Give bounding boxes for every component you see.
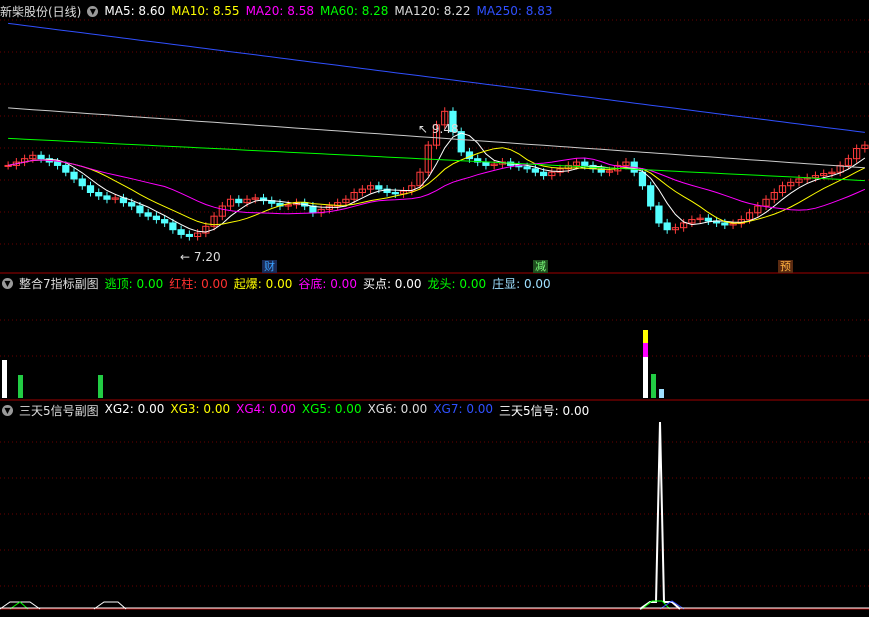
candle-body [457, 131, 465, 153]
event-badge-finance[interactable]: 财 [262, 260, 277, 273]
candle-body [161, 219, 169, 224]
ma-labels: MA5: 8.60 MA10: 8.55 MA20: 8.58 MA60: 8.28 M… [104, 4, 558, 18]
candle-body [103, 195, 111, 200]
sub2-label-2: XG4: 0.00 [236, 401, 296, 416]
sub2-label-4: XG6: 0.00 [367, 401, 428, 416]
sub1-bar [659, 389, 664, 398]
candle-body [86, 185, 95, 193]
sub2-label-5: XG7: 0.00 [433, 401, 494, 416]
sub1-label-3: 谷底: 0.00 [298, 276, 357, 291]
sub1-label-4: 买点: 0.00 [362, 276, 422, 291]
sub2-label-1: XG3: 0.00 [170, 401, 231, 416]
candle-body [185, 233, 193, 237]
sub1-label-1: 红柱: 0.00 [169, 276, 228, 291]
event-badge-reduce[interactable]: 减 [533, 260, 548, 273]
ma-label-4: MA120: 8.22 [394, 4, 471, 18]
candle-body [95, 192, 103, 197]
candle-body [704, 217, 712, 222]
sub2-label-3: XG5: 0.00 [301, 401, 362, 416]
candle-body [647, 185, 655, 207]
low-price-label: ← 7.20 [180, 250, 221, 264]
sub2-title: 三天5信号副图 [19, 403, 99, 418]
candle-body [128, 202, 136, 207]
sub1-label-0: 逃顶: 0.00 [104, 276, 164, 291]
high-price-label: ↖ 9.48 [418, 122, 459, 136]
chevron-down-icon[interactable]: ▼ [2, 404, 13, 416]
candle-body [539, 171, 548, 177]
kline-chart[interactable] [0, 0, 869, 617]
sub1-label-5: 龙头: 0.00 [427, 276, 487, 291]
candle-body [70, 171, 78, 180]
candle-body [375, 185, 383, 190]
ma20-line [8, 157, 866, 215]
candle-body [523, 166, 531, 170]
sub2-label-6: 三天5信号: 0.00 [499, 403, 590, 418]
candle-body [663, 222, 671, 231]
candle-body [638, 171, 647, 187]
ma-label-3: MA60: 8.28 [320, 4, 389, 18]
candle-body [169, 222, 177, 231]
candle-body [62, 164, 70, 173]
sub1-bar [643, 330, 648, 343]
candle-body [721, 222, 729, 226]
stock-title: 新柴股份(日线) [0, 4, 82, 19]
candle-body [37, 154, 45, 160]
sub1-labels: 逃顶: 0.00 红柱: 0.00 起爆: 0.00 谷底: 0.00 买点: 0.00… [105, 275, 557, 292]
sub1-bar [98, 375, 103, 398]
ma-label-5: MA250: 8.83 [476, 4, 553, 18]
ma-label-0: MA5: 8.60 [104, 4, 166, 18]
candle-body [152, 215, 161, 221]
ma-label-2: MA20: 8.58 [245, 4, 314, 18]
sub2-label-0: XG2: 0.00 [104, 401, 165, 416]
candle-body [53, 161, 62, 166]
chevron-down-icon[interactable]: ▼ [2, 277, 13, 289]
sub1-bar [651, 374, 656, 398]
sub1-label-6: 庄显: 0.00 [492, 276, 551, 291]
sub1-bar [18, 375, 23, 398]
candle-body [4, 164, 12, 167]
sub1-label-2: 起爆: 0.00 [233, 276, 293, 291]
sub1-title: 整合7指标副图 [19, 276, 99, 291]
main-panel-header: 新柴股份(日线) ▼ MA5: 8.60 MA10: 8.55 MA20: 8.58… [0, 3, 565, 19]
candle-body [78, 178, 86, 187]
sub1-header: ▼ 整合7指标副图 逃顶: 0.00 红柱: 0.00 起爆: 0.00 谷底: 0.… [0, 275, 563, 291]
candle-body [482, 161, 490, 166]
candle-body [655, 205, 663, 224]
candle-body [235, 198, 243, 204]
candle-body [391, 192, 399, 195]
event-badge-forecast[interactable]: 预 [778, 260, 793, 273]
candle-body [144, 212, 152, 217]
sub1-bar [643, 343, 648, 357]
candle-body [581, 161, 589, 166]
candle-body [136, 205, 144, 214]
sub1-bar [2, 360, 7, 398]
candle-body [531, 168, 539, 173]
sub2-labels: XG2: 0.00 XG3: 0.00 XG4: 0.00 XG5: 0.00 XG6:… [105, 402, 596, 419]
ma120-line [8, 107, 865, 169]
sub2-header: ▼ 三天5信号副图 XG2: 0.00 XG3: 0.00 XG4: 0.00 XG5… [0, 402, 601, 418]
chevron-down-icon[interactable]: ▼ [87, 5, 99, 17]
ma-label-1: MA10: 8.55 [171, 4, 240, 18]
candle-body [177, 229, 185, 235]
sanday-signal-spike [639, 421, 681, 610]
